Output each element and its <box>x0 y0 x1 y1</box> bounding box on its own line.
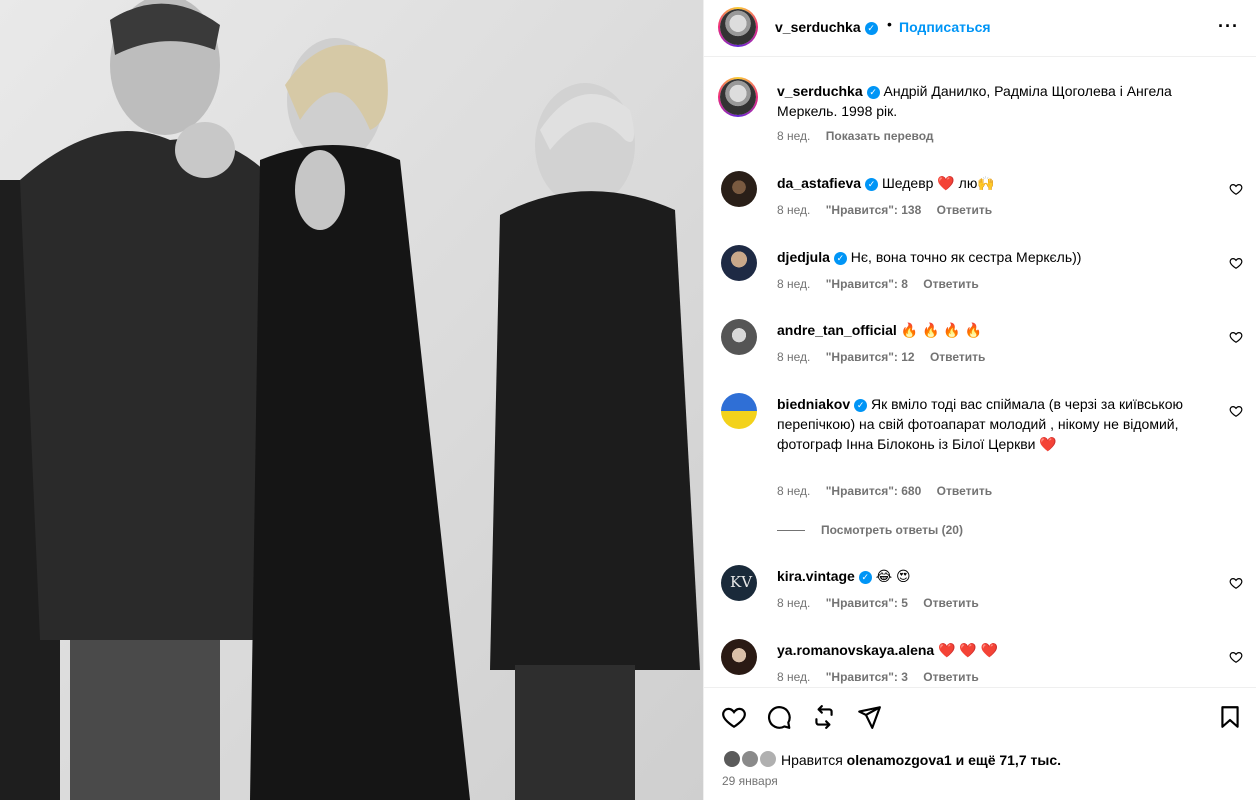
kv-logo-icon: KV <box>730 573 753 591</box>
verified-badge-icon: ✓ <box>858 570 872 584</box>
reply-button[interactable]: Ответить <box>923 670 978 684</box>
like-comment-heart-icon[interactable] <box>1229 182 1243 196</box>
comment-username[interactable]: ya.romanovskaya.alena <box>777 642 934 658</box>
comment-time[interactable]: 8 нед. <box>777 670 810 684</box>
comment-meta: 8 нед. "Нравится": 12 Ответить <box>777 350 997 364</box>
reply-button[interactable]: Ответить <box>937 484 992 498</box>
comment-meta: 8 нед. "Нравится": 680 Ответить <box>777 484 1004 498</box>
comments-list[interactable]: v_serduchka ✓ Андрій Данилко, Радміла Щог… <box>704 57 1256 687</box>
post-actions <box>704 687 1256 800</box>
comment-likes[interactable]: "Нравится": 138 <box>826 203 922 217</box>
comment-time[interactable]: 8 нед. <box>777 484 810 498</box>
separator-dot: • <box>887 16 892 32</box>
commenter-avatar[interactable] <box>721 319 757 355</box>
comment-time[interactable]: 8 нед. <box>777 596 810 610</box>
comment-bubble-icon[interactable] <box>766 704 792 730</box>
verified-badge-icon: ✓ <box>865 177 879 191</box>
caption-author-avatar[interactable] <box>718 77 758 117</box>
comment-time[interactable]: 8 нед. <box>777 203 810 217</box>
comment-username[interactable]: biedniakov <box>777 396 850 412</box>
post-header: v_serduchka ✓ • Подписаться ··· <box>704 0 1256 57</box>
liker-avatar <box>758 749 778 769</box>
like-comment-heart-icon[interactable] <box>1229 330 1243 344</box>
share-send-icon[interactable] <box>856 704 882 730</box>
comment-body: ❤️ ❤️ ❤️ <box>938 642 999 658</box>
commenter-avatar[interactable] <box>721 393 757 429</box>
caption-meta: 8 нед. Показать перевод <box>777 129 946 143</box>
comment-text: ya.romanovskaya.alena ❤️ ❤️ ❤️ <box>777 640 1207 660</box>
commenter-avatar[interactable] <box>721 639 757 675</box>
verified-badge-icon: ✓ <box>854 398 868 412</box>
comment-text: djedjula ✓ Нє, вона точно як сестра Меркє… <box>777 247 1207 267</box>
post-photo[interactable] <box>0 0 703 800</box>
like-comment-heart-icon[interactable] <box>1229 404 1243 418</box>
comment-likes[interactable]: "Нравится": 12 <box>826 350 915 364</box>
likes-summary: Нравится olenamozgova1 и ещё 71,7 тыс. <box>781 752 1061 768</box>
comment-time[interactable]: 8 нед. <box>777 350 810 364</box>
comment-username[interactable]: djedjula <box>777 249 830 265</box>
comment-body: Шедевр ❤️ лю🙌 <box>881 175 995 191</box>
reply-button[interactable]: Ответить <box>923 596 978 610</box>
reply-button[interactable]: Ответить <box>923 277 978 291</box>
comment-body: Нє, вона точно як сестра Меркєль)) <box>850 249 1082 265</box>
commenter-avatar[interactable]: KV <box>721 565 757 601</box>
verified-badge-icon: ✓ <box>833 251 847 265</box>
photo-illustration <box>0 0 703 800</box>
like-comment-heart-icon[interactable] <box>1229 256 1243 270</box>
bookmark-icon[interactable] <box>1217 704 1243 730</box>
caption-time[interactable]: 8 нед. <box>777 129 810 143</box>
comment-text: kira.vintage ✓ 😂 😍 <box>777 566 1207 586</box>
reply-button[interactable]: Ответить <box>930 350 985 364</box>
reply-button[interactable]: Ответить <box>937 203 992 217</box>
post-side-panel: v_serduchka ✓ • Подписаться ··· v_serduch… <box>703 0 1256 800</box>
comment-likes[interactable]: "Нравится": 8 <box>826 277 908 291</box>
liker-avatar <box>740 749 760 769</box>
verified-badge-icon: ✓ <box>864 21 878 35</box>
verified-badge-icon: ✓ <box>866 85 880 99</box>
replies-divider <box>777 530 805 532</box>
comment-body: 🔥 🔥 🔥 🔥 <box>900 322 983 338</box>
view-replies-button[interactable]: Посмотреть ответы (20) <box>777 523 963 537</box>
post-date[interactable]: 29 января <box>722 774 778 788</box>
commenter-avatar[interactable] <box>721 171 757 207</box>
comment-username[interactable]: da_astafieva <box>777 175 861 191</box>
comment-username[interactable]: kira.vintage <box>777 568 855 584</box>
like-comment-heart-icon[interactable] <box>1229 650 1243 664</box>
likes-user-link[interactable]: olenamozgova1 <box>847 752 952 768</box>
comment-text: da_astafieva ✓ Шедевр ❤️ лю🙌 <box>777 173 1207 193</box>
translate-button[interactable]: Показать перевод <box>826 129 934 143</box>
follow-button[interactable]: Подписаться <box>899 19 991 35</box>
comment-body: 😂 😍 <box>875 568 911 584</box>
like-heart-icon[interactable] <box>721 704 747 730</box>
comment-likes[interactable]: "Нравится": 5 <box>826 596 908 610</box>
more-horizontal-icon[interactable]: ··· <box>1218 16 1239 37</box>
comment-likes[interactable]: "Нравится": 680 <box>826 484 922 498</box>
comment-username[interactable]: andre_tan_official <box>777 322 897 338</box>
author-avatar[interactable] <box>718 7 758 47</box>
caption-username[interactable]: v_serduchka <box>777 83 863 99</box>
comment-text: biedniakov ✓ Як вміло тоді вас спіймала (… <box>777 394 1222 454</box>
repost-icon[interactable] <box>811 704 837 730</box>
liker-avatar <box>722 749 742 769</box>
comment-time[interactable]: 8 нед. <box>777 277 810 291</box>
likes-prefix: Нравится <box>781 752 843 768</box>
author-username[interactable]: v_serduchka ✓ <box>775 19 878 35</box>
comment-likes[interactable]: "Нравится": 3 <box>826 670 908 684</box>
comment-meta: 8 нед. "Нравится": 138 Ответить <box>777 203 1004 217</box>
comment-meta: 8 нед. "Нравится": 8 Ответить <box>777 277 991 291</box>
comment-meta: 8 нед. "Нравится": 5 Ответить <box>777 596 991 610</box>
comment-meta: 8 нед. "Нравится": 3 Ответить <box>777 670 991 684</box>
like-comment-heart-icon[interactable] <box>1229 576 1243 590</box>
commenter-avatar[interactable] <box>721 245 757 281</box>
likes-count-link[interactable]: и ещё 71,7 тыс. <box>956 752 1061 768</box>
comment-text: andre_tan_official 🔥 🔥 🔥 🔥 <box>777 320 1207 340</box>
caption-text: v_serduchka ✓ Андрій Данилко, Радміла Щог… <box>777 81 1207 121</box>
